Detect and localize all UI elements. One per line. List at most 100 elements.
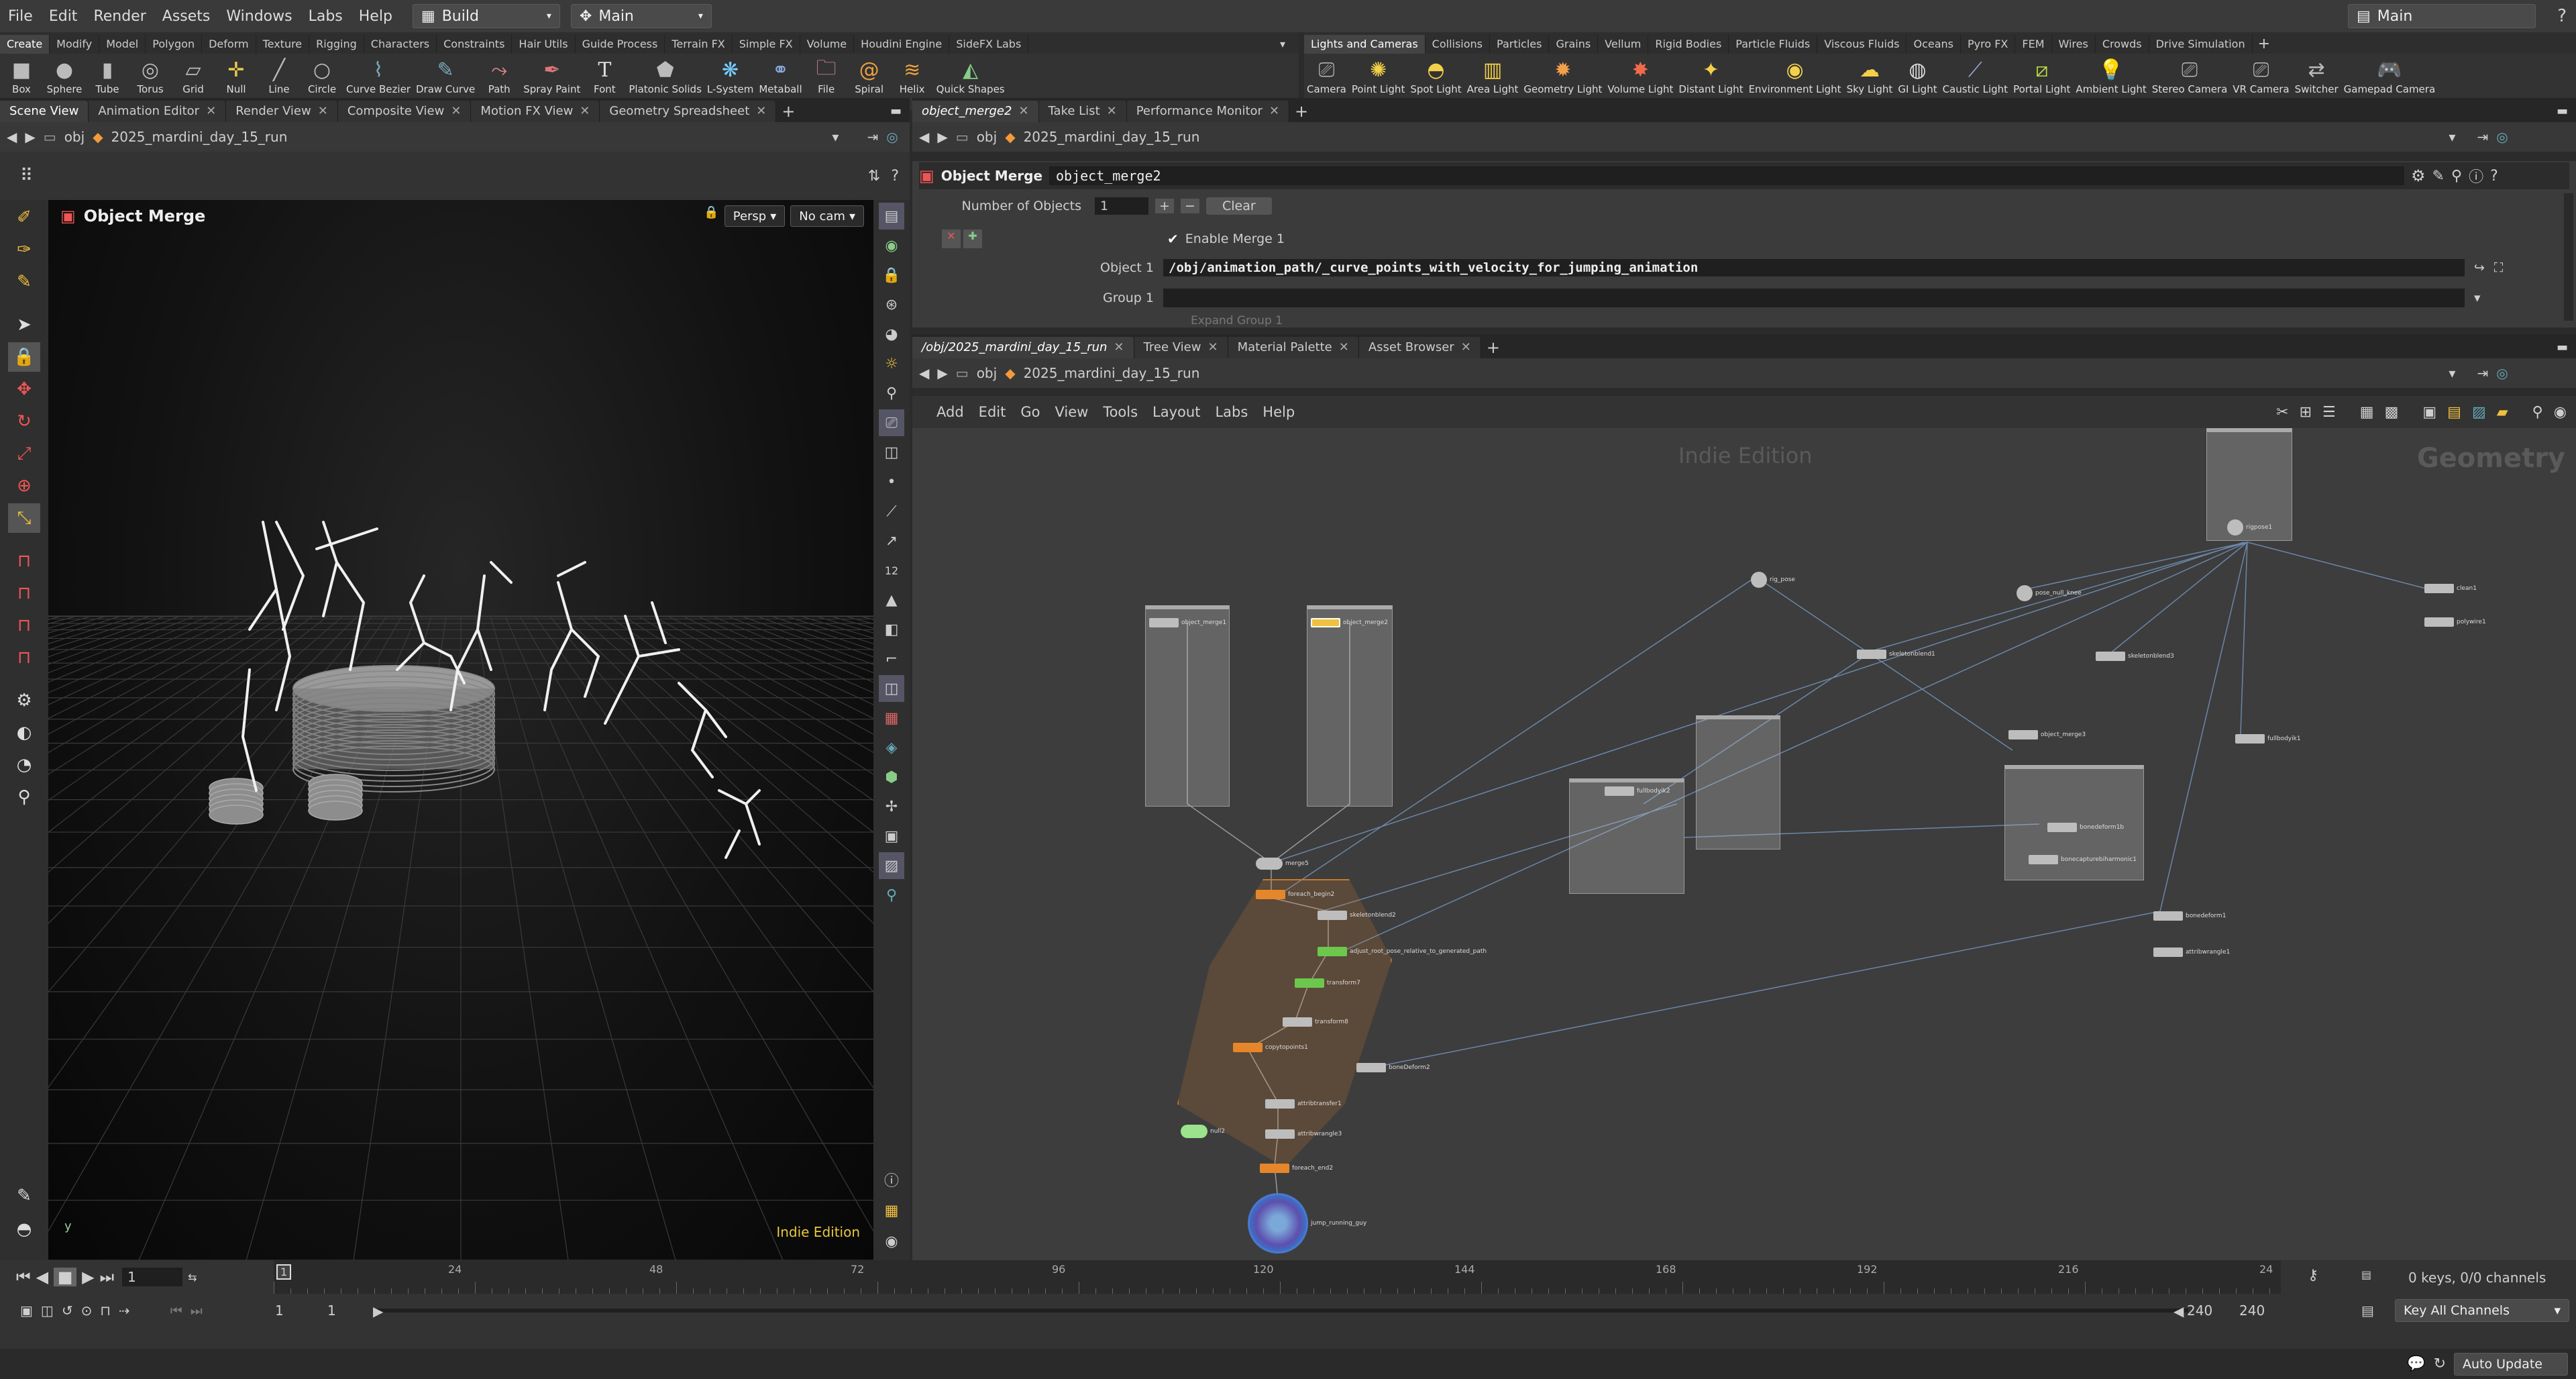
node-merge5[interactable]: merge5 bbox=[1256, 858, 1309, 870]
tab-network[interactable]: /obj/2025_mardini_day_15_run ✕ bbox=[912, 337, 1134, 358]
back-arrow-icon[interactable]: ◀ bbox=[7, 129, 17, 145]
menu-layout[interactable]: Layout bbox=[1152, 404, 1200, 420]
forward-arrow-icon[interactable]: ▶ bbox=[937, 129, 947, 145]
viewport-canvas[interactable] bbox=[48, 200, 873, 1260]
shelf-tab-rigid-bodies[interactable]: Rigid Bodies bbox=[1648, 35, 1729, 54]
menu-view[interactable]: View bbox=[1055, 404, 1088, 420]
ghost-icon[interactable]: ◉ bbox=[879, 232, 904, 259]
node-skeletonblend1[interactable]: skeletonblend1 bbox=[1857, 650, 1935, 659]
tool-vr-camera[interactable]: ⎚ VR Camera bbox=[2230, 56, 2292, 96]
node-foreach-begin2[interactable]: foreach_begin2 bbox=[1256, 890, 1334, 899]
note-icon[interactable]: ▤ bbox=[2447, 404, 2461, 421]
start-frame-field[interactable]: 1 bbox=[275, 1303, 284, 1319]
jump-end-icon[interactable]: ⏭ bbox=[100, 1268, 115, 1286]
tab-asset-browser[interactable]: Asset Browser ✕ bbox=[1358, 337, 1481, 358]
tool-path[interactable]: ⤳ Path bbox=[478, 56, 521, 96]
forward-arrow-icon[interactable]: ▶ bbox=[937, 365, 947, 381]
group1-field[interactable] bbox=[1163, 289, 2465, 307]
paint-select-icon[interactable]: ✑ bbox=[8, 235, 40, 264]
picture-icon[interactable]: ▨ bbox=[2472, 404, 2486, 421]
chevron-down-icon[interactable]: ▾ bbox=[2449, 365, 2455, 381]
transform-icon[interactable]: ⊕ bbox=[8, 471, 40, 501]
node-copytopoints1[interactable]: copytopoints1 bbox=[1233, 1043, 1308, 1052]
edit-tool-icon[interactable]: ✎ bbox=[8, 1181, 40, 1211]
shelf-tab-create[interactable]: Create bbox=[0, 35, 50, 54]
audio-icon[interactable]: ◫ bbox=[41, 1303, 54, 1319]
pane-menu-icon[interactable]: ▬ bbox=[2557, 337, 2568, 358]
network-editor[interactable]: Indie Edition Geometry object_merge1 obj… bbox=[912, 428, 2576, 1260]
link-icon[interactable]: ◎ bbox=[886, 129, 898, 145]
tab-scene-view[interactable]: Scene View bbox=[0, 101, 89, 122]
shelf-tab-lights-cameras[interactable]: Lights and Cameras bbox=[1304, 35, 1426, 54]
node-name-field[interactable]: object_merge2 bbox=[1049, 166, 2405, 185]
headlight-icon[interactable]: ⚲ bbox=[879, 380, 904, 407]
add-tab-icon[interactable]: + bbox=[1487, 337, 1500, 358]
snap-grid-icon[interactable]: ⊓ bbox=[8, 578, 40, 608]
pin-icon[interactable]: ⇥ bbox=[867, 129, 878, 145]
info-icon[interactable]: ⓘ bbox=[2469, 165, 2483, 187]
snap-prim-icon[interactable]: ⊓ bbox=[8, 643, 40, 672]
node-chooser-icon[interactable]: ⛶ bbox=[2494, 260, 2503, 275]
points-icon[interactable]: • bbox=[879, 468, 904, 495]
shelf-tab-collisions[interactable]: Collisions bbox=[1426, 35, 1491, 54]
shelf-tab-pyro-fx[interactable]: Pyro FX bbox=[1961, 35, 2016, 54]
range-slider[interactable] bbox=[377, 1309, 2188, 1313]
eye-icon[interactable]: ◉ bbox=[879, 1228, 904, 1255]
tool-helix[interactable]: ≋ Helix bbox=[891, 56, 934, 96]
paint-icon[interactable]: ✎ bbox=[2432, 168, 2445, 185]
node-skeletonblend3[interactable]: skeletonblend3 bbox=[2096, 652, 2174, 661]
node-transform8[interactable]: transform8 bbox=[1283, 1017, 1348, 1027]
network-box-merge2[interactable] bbox=[1307, 605, 1393, 807]
loop-icon[interactable]: ↺ bbox=[62, 1303, 73, 1319]
close-icon[interactable]: ✕ bbox=[1018, 104, 1028, 118]
tool-line[interactable]: ╱ Line bbox=[258, 56, 301, 96]
grid-view-icon[interactable]: ▦ bbox=[2360, 404, 2374, 421]
uv-icon[interactable]: ⌐ bbox=[879, 646, 904, 672]
scale-icon[interactable]: ⤢ bbox=[8, 439, 40, 468]
num-objects-field[interactable]: 1 bbox=[1095, 197, 1148, 215]
tool-tube[interactable]: ▮ Tube bbox=[86, 56, 129, 96]
shelf-tab-rigging[interactable]: Rigging bbox=[309, 35, 364, 54]
close-icon[interactable]: ✕ bbox=[451, 104, 461, 118]
tool-circle[interactable]: ○ Circle bbox=[301, 56, 343, 96]
close-icon[interactable]: ✕ bbox=[756, 104, 766, 118]
network-box-merge1[interactable] bbox=[1145, 605, 1230, 807]
shelf-tab-terrain-fx[interactable]: Terrain FX bbox=[665, 35, 733, 54]
realtime-icon[interactable]: ▣ bbox=[20, 1303, 33, 1319]
background-icon[interactable]: ◫ bbox=[879, 439, 904, 466]
layout-icon[interactable]: ▦ bbox=[879, 1197, 904, 1224]
tool-spot-light[interactable]: ◓ Spot Light bbox=[1407, 56, 1464, 96]
insert-instance-icon[interactable]: ✚ bbox=[963, 229, 982, 248]
shelf-tab-vellum[interactable]: Vellum bbox=[1598, 35, 1649, 54]
menu-help[interactable]: Help bbox=[351, 8, 400, 25]
param-scrollbar[interactable] bbox=[2564, 193, 2573, 321]
node-polywire1[interactable]: polywire1 bbox=[2424, 617, 2486, 627]
chat-icon[interactable]: 💬 bbox=[2407, 1356, 2425, 1372]
node-clean1[interactable]: clean1 bbox=[2424, 584, 2477, 593]
range-icon[interactable]: ⇢ bbox=[119, 1303, 130, 1319]
tool-curve-bezier[interactable]: ⌇ Curve Bezier bbox=[343, 56, 413, 96]
back-arrow-icon[interactable]: ◀ bbox=[919, 129, 929, 145]
group-arrow-icon[interactable]: ▾ bbox=[2474, 291, 2481, 305]
handles-icon[interactable]: ⠿ bbox=[20, 166, 33, 186]
right-main-dropdown[interactable]: ▤ Main bbox=[2348, 4, 2536, 28]
path-node[interactable]: 2025_mardini_day_15_run bbox=[1024, 365, 1200, 381]
node-pose-null-knee[interactable]: pose_null_knee bbox=[2017, 585, 2082, 601]
tool-sky-light[interactable]: ☁ Sky Light bbox=[1844, 56, 1896, 96]
tool-grid[interactable]: ▱ Grid bbox=[172, 56, 215, 96]
view-tool-icon[interactable]: ◐ bbox=[8, 718, 40, 748]
tool-torus[interactable]: ◎ Torus bbox=[129, 56, 172, 96]
back-arrow-icon[interactable]: ◀ bbox=[919, 365, 929, 381]
image-icon[interactable]: ▨ bbox=[879, 852, 904, 879]
cubes-icon[interactable]: ⬢ bbox=[879, 764, 904, 790]
tab-motion-fx-view[interactable]: Motion FX View ✕ bbox=[471, 101, 600, 122]
node-transform7[interactable]: transform7 bbox=[1295, 978, 1360, 988]
shelf-tab-wires[interactable]: Wires bbox=[2052, 35, 2096, 54]
auto-update-dropdown[interactable]: Auto Update bbox=[2454, 1352, 2568, 1376]
tab-tree-view[interactable]: Tree View ✕ bbox=[1134, 337, 1228, 358]
shelf-tab-particle-fluids[interactable]: Particle Fluids bbox=[1729, 35, 1818, 54]
node-bonedeform2[interactable]: boneDeform2 bbox=[1356, 1063, 1430, 1072]
tool-area-light[interactable]: ▥ Area Light bbox=[1464, 56, 1521, 96]
shelf-tab-model[interactable]: Model bbox=[99, 35, 146, 54]
tree-icon[interactable]: ⊞ bbox=[2300, 404, 2312, 421]
